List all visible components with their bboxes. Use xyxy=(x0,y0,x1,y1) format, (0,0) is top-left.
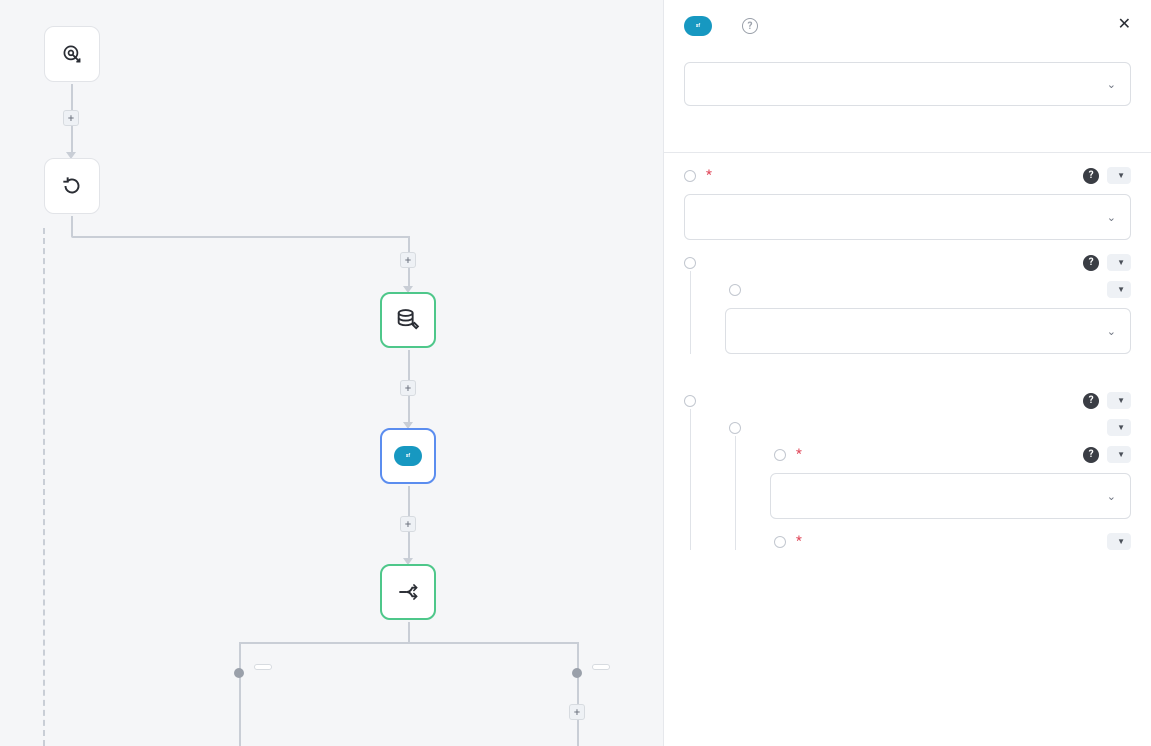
connector xyxy=(71,236,408,238)
add-to-fields-link[interactable] xyxy=(664,354,1151,378)
help-icon[interactable]: ? xyxy=(742,18,758,34)
chevron-down-icon: ⌄ xyxy=(1107,325,1116,338)
type-pill-list[interactable]: ▼ xyxy=(1107,254,1131,271)
field-fields: ? ▼ xyxy=(664,240,1151,271)
field-field: ▼ xyxy=(709,271,1151,298)
field-conditions: ? ▼ xyxy=(664,378,1151,409)
condition-operator: * ▼ xyxy=(754,519,1151,550)
chevron-down-icon: ⌄ xyxy=(1107,490,1116,503)
panel-tabs xyxy=(664,126,1151,153)
loop-icon xyxy=(44,158,100,214)
type-pill-text[interactable]: ▼ xyxy=(1107,167,1131,184)
chevron-down-icon: ⌄ xyxy=(1107,211,1116,224)
step-config-panel: sf ? ✕ ⌄ * ? ▼ ⌄ ? xyxy=(663,0,1151,746)
connector-dashed xyxy=(43,228,45,746)
operation-select[interactable]: ⌄ xyxy=(684,62,1131,106)
node-get-lead[interactable]: sf xyxy=(380,428,436,484)
help-icon[interactable]: ? xyxy=(1083,168,1099,184)
type-pill-text[interactable]: ▼ xyxy=(1107,533,1131,550)
field-label: * xyxy=(796,534,802,549)
help-icon[interactable]: ? xyxy=(1083,393,1099,409)
panel-header: sf ? xyxy=(664,0,1151,44)
connector xyxy=(71,216,73,236)
branch-dot xyxy=(234,668,244,678)
radio-icon[interactable] xyxy=(684,395,696,407)
add-step-button[interactable]: + xyxy=(63,110,79,126)
branch-dot xyxy=(572,668,582,678)
field-condition: ▼ xyxy=(709,409,1151,436)
cursor-click-icon xyxy=(44,26,100,82)
add-step-button[interactable]: + xyxy=(400,516,416,532)
field-label: * xyxy=(796,447,802,462)
type-pill-text[interactable]: ▼ xyxy=(1107,446,1131,463)
add-step-button[interactable]: + xyxy=(569,704,585,720)
salesforce-icon: sf xyxy=(380,428,436,484)
workflow-canvas[interactable]: + + + sf xyxy=(0,0,663,746)
field-record-type: * ? ▼ xyxy=(664,153,1151,184)
type-pill-text[interactable]: ▼ xyxy=(1107,281,1131,298)
help-icon[interactable]: ? xyxy=(1083,447,1099,463)
field-value-select[interactable]: ⌄ xyxy=(725,308,1131,354)
condition-field-select[interactable]: ⌄ xyxy=(770,473,1131,519)
add-step-button[interactable]: + xyxy=(400,252,416,268)
branch-label-true xyxy=(592,664,610,670)
type-pill-object[interactable]: ▼ xyxy=(1107,419,1131,436)
radio-icon[interactable] xyxy=(774,536,786,548)
branch-icon xyxy=(380,564,436,620)
salesforce-icon: sf xyxy=(684,16,712,36)
node-manual-trigger[interactable] xyxy=(44,26,100,82)
connector xyxy=(239,642,579,644)
node-get-offset[interactable] xyxy=(380,292,436,348)
connector xyxy=(577,642,579,746)
radio-icon[interactable] xyxy=(729,422,741,434)
field-label: * xyxy=(706,168,712,183)
radio-icon[interactable] xyxy=(729,284,741,296)
help-icon[interactable]: ? xyxy=(1083,255,1099,271)
radio-icon[interactable] xyxy=(684,257,696,269)
connector xyxy=(408,622,410,642)
chevron-down-icon: ⌄ xyxy=(1107,78,1116,91)
storage-icon xyxy=(380,292,436,348)
add-step-button[interactable]: + xyxy=(400,380,416,396)
radio-icon[interactable] xyxy=(774,449,786,461)
node-paginate[interactable] xyxy=(44,158,100,214)
condition-field: * ? ▼ xyxy=(754,436,1151,463)
close-icon[interactable]: ✕ xyxy=(1118,14,1131,33)
record-type-select[interactable]: ⌄ xyxy=(684,194,1131,240)
node-boolean-condition[interactable] xyxy=(380,564,436,620)
connector xyxy=(239,642,241,746)
radio-icon[interactable] xyxy=(684,170,696,182)
type-pill-list[interactable]: ▼ xyxy=(1107,392,1131,409)
branch-label-false xyxy=(254,664,272,670)
operation-label xyxy=(664,44,1151,62)
